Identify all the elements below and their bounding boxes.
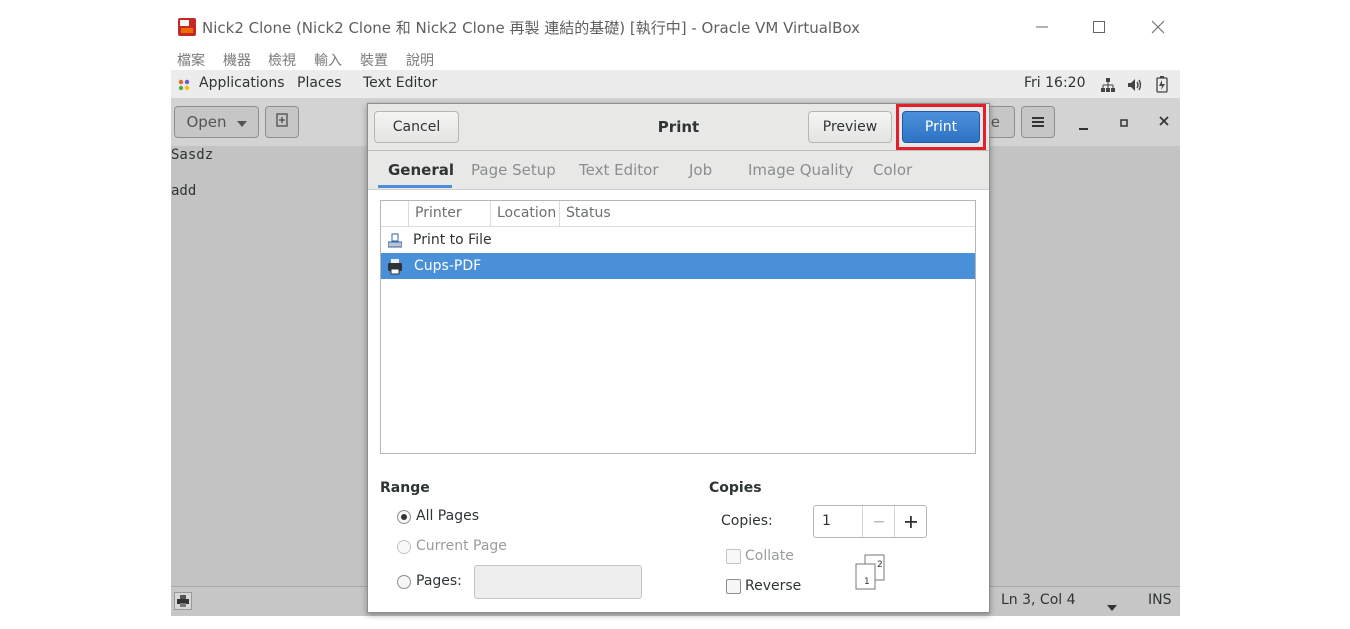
new-document-button[interactable] [265, 106, 299, 138]
maximize-icon[interactable] [1120, 115, 1128, 131]
printer-row[interactable]: Print to File [381, 227, 975, 253]
menu-button[interactable] [1021, 106, 1055, 138]
current-page-radio[interactable] [397, 540, 411, 554]
new-tab-icon [275, 113, 289, 131]
menu-file[interactable]: 檔案 [177, 50, 205, 70]
reverse-label[interactable]: Reverse [745, 578, 801, 594]
preview-button[interactable]: Preview [808, 111, 892, 143]
gnome-top-bar: Applications Places Text Editor Fri 16:2… [171, 70, 1180, 99]
virtualbox-icon [177, 17, 197, 37]
pages-radio[interactable] [397, 575, 411, 589]
column-icon [381, 201, 409, 226]
pages-input[interactable] [474, 565, 642, 599]
list-header: Printer Location Status [381, 201, 975, 227]
menu-help[interactable]: 說明 [406, 50, 434, 70]
printer-icon[interactable] [174, 592, 192, 610]
save-label: e [990, 113, 1000, 131]
decrement-button[interactable] [862, 506, 895, 537]
places-menu[interactable]: Places [297, 75, 342, 91]
printer-name: Cups-PDF [414, 258, 482, 274]
chevron-down-icon [236, 113, 247, 131]
all-pages-label[interactable]: All Pages [416, 508, 479, 524]
current-page-label[interactable]: Current Page [416, 538, 507, 554]
open-button[interactable]: Open [174, 106, 259, 138]
hamburger-icon [1032, 113, 1044, 131]
applications-icon [177, 78, 191, 96]
menu-input[interactable]: 輸入 [314, 50, 342, 70]
tab-page-setup[interactable]: Page Setup [471, 161, 556, 179]
text-line: add [171, 183, 197, 199]
tab-general[interactable]: General [388, 161, 454, 179]
minus-icon [874, 520, 884, 522]
column-printer[interactable]: Printer [409, 201, 491, 226]
volume-icon[interactable] [1127, 77, 1143, 97]
print-dialog: Cancel Print Preview Print General Page … [367, 103, 990, 613]
menu-machine[interactable]: 機器 [223, 50, 251, 70]
copies-heading: Copies [709, 480, 762, 496]
window-title: Nick2 Clone (Nick2 Clone 和 Nick2 Clone 再… [202, 19, 860, 37]
close-icon[interactable] [1147, 16, 1169, 38]
dialog-tabs: General Page Setup Text Editor Job Image… [368, 151, 989, 190]
minimize-icon[interactable] [1031, 16, 1053, 38]
range-heading: Range [380, 480, 430, 496]
collate-checkbox[interactable] [726, 549, 741, 564]
vbox-menubar: 檔案 機器 檢視 輸入 裝置 說明 [171, 46, 1180, 70]
cursor-position[interactable]: Ln 3, Col 4 [1001, 592, 1076, 608]
column-status[interactable]: Status [560, 201, 975, 226]
minimize-icon[interactable] [1079, 120, 1089, 136]
open-label: Open [186, 113, 227, 131]
battery-icon[interactable] [1156, 76, 1168, 97]
dialog-header: Cancel Print Preview Print [368, 104, 989, 151]
chevron-down-icon[interactable] [1107, 599, 1117, 615]
close-icon[interactable] [1159, 114, 1169, 130]
app-menu[interactable]: Text Editor [363, 75, 437, 91]
printer-icon [388, 258, 402, 284]
pages-label[interactable]: Pages: [416, 573, 462, 589]
menu-view[interactable]: 檢視 [268, 50, 296, 70]
vbox-titlebar: Nick2 Clone (Nick2 Clone 和 Nick2 Clone 再… [171, 8, 1180, 46]
clock[interactable]: Fri 16:20 [1024, 75, 1085, 91]
copies-value[interactable]: 1 [822, 513, 831, 529]
tab-job[interactable]: Job [689, 161, 712, 179]
svg-text:1: 1 [864, 577, 870, 587]
menu-devices[interactable]: 裝置 [360, 50, 388, 70]
printer-row-selected[interactable]: Cups-PDF [381, 253, 975, 279]
collate-label[interactable]: Collate [745, 548, 794, 564]
tab-image-quality[interactable]: Image Quality [748, 161, 853, 179]
svg-text:2: 2 [877, 560, 883, 570]
maximize-icon[interactable] [1088, 16, 1110, 38]
highlight-box [896, 104, 986, 150]
tab-color[interactable]: Color [873, 161, 912, 179]
printer-list[interactable]: Printer Location Status Print to File Cu… [380, 200, 976, 454]
column-location[interactable]: Location [491, 201, 560, 226]
network-icon[interactable] [1100, 77, 1116, 97]
copies-label: Copies: [721, 513, 773, 529]
tab-text-editor[interactable]: Text Editor [579, 161, 659, 179]
all-pages-radio[interactable] [397, 510, 411, 524]
increment-button[interactable] [894, 506, 927, 537]
applications-menu[interactable]: Applications [199, 75, 285, 91]
reverse-checkbox[interactable] [726, 579, 741, 594]
plus-icon [905, 515, 917, 528]
printer-name: Print to File [413, 232, 492, 248]
copies-spinbutton[interactable]: 1 [813, 505, 927, 538]
text-line: Sasdz [171, 147, 214, 163]
insert-mode[interactable]: INS [1148, 592, 1172, 608]
active-tab-indicator [378, 185, 452, 188]
collate-preview-icon: 21 [855, 554, 887, 594]
